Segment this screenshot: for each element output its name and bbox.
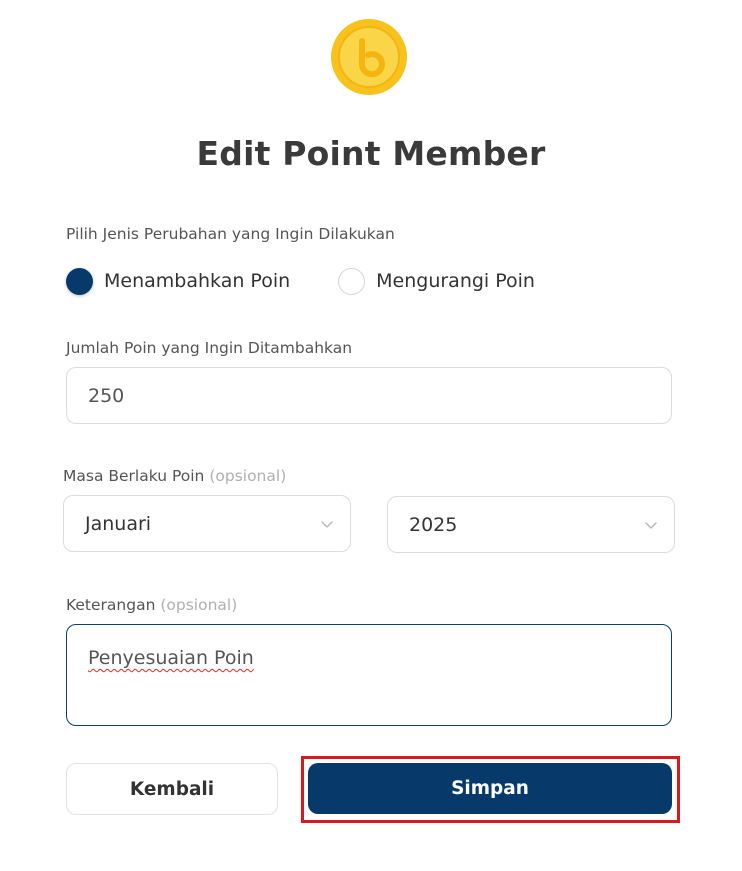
save-button[interactable]: Simpan [308,763,672,814]
back-button[interactable]: Kembali [66,763,278,815]
radio-add-points-label: Menambahkan Poin [104,270,291,292]
points-amount-value: 250 [88,384,125,407]
page-title: Edit Point Member [196,134,546,173]
note-label: Keterangan (opsional) [66,596,237,614]
note-optional-hint: (opsional) [160,596,238,614]
radio-add-points[interactable]: Menambahkan Poin [66,267,291,295]
radio-subtract-points[interactable]: Mengurangi Poin [338,267,535,295]
radio-subtract-points-indicator[interactable] [338,267,366,295]
amount-label: Jumlah Poin yang Ingin Ditambahkan [66,339,353,357]
chevron-down-icon [321,520,333,528]
note-label-text: Keterangan [66,596,156,614]
year-select[interactable]: 2025 [387,496,675,553]
validity-optional-hint: (opsional) [209,467,287,485]
change-type-label: Pilih Jenis Perubahan yang Ingin Dilakuk… [66,225,395,243]
chevron-down-icon [645,521,657,529]
coin-icon [331,19,407,95]
radio-subtract-points-label: Mengurangi Poin [376,270,535,292]
note-textarea[interactable]: Penyesuaian Poin [66,624,672,726]
validity-label-text: Masa Berlaku Poin [63,467,205,485]
year-select-value: 2025 [409,513,458,536]
points-amount-input[interactable]: 250 [66,367,672,424]
validity-label: Masa Berlaku Poin (opsional) [63,467,286,485]
month-select-value: Januari [85,512,152,535]
month-select[interactable]: Januari [63,495,351,552]
change-type-radio-group: Menambahkan Poin Mengurangi Poin [66,264,535,298]
radio-add-points-indicator[interactable] [66,267,93,295]
note-textarea-value: Penyesuaian Poin [88,647,254,669]
